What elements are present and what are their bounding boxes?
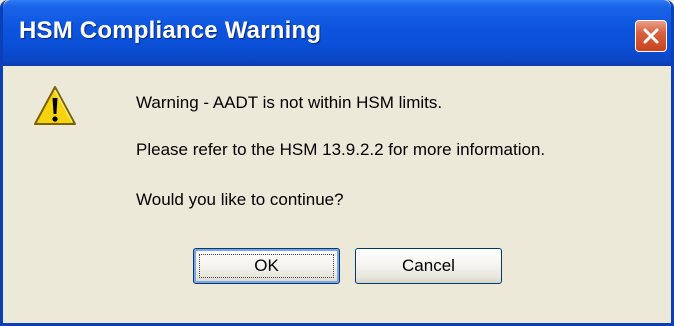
dialog-body: Warning - AADT is not within HSM limits.… — [3, 66, 671, 323]
warning-message: Warning - AADT is not within HSM limits. — [136, 93, 443, 112]
title-bar[interactable]: HSM Compliance Warning — [3, 0, 671, 66]
message-dialog: HSM Compliance Warning Warning - AADT is… — [0, 0, 674, 326]
warning-icon — [34, 86, 76, 125]
cancel-button[interactable]: Cancel — [355, 248, 502, 284]
reference-message: Please refer to the HSM 13.9.2.2 for mor… — [136, 140, 546, 159]
close-button[interactable] — [635, 20, 667, 52]
window-title: HSM Compliance Warning — [19, 17, 322, 44]
ok-button-label: OK — [254, 256, 279, 275]
ok-button[interactable]: OK — [193, 248, 340, 284]
cancel-button-label: Cancel — [402, 256, 455, 275]
continue-prompt: Would you like to continue? — [136, 190, 344, 209]
close-icon — [643, 28, 659, 44]
